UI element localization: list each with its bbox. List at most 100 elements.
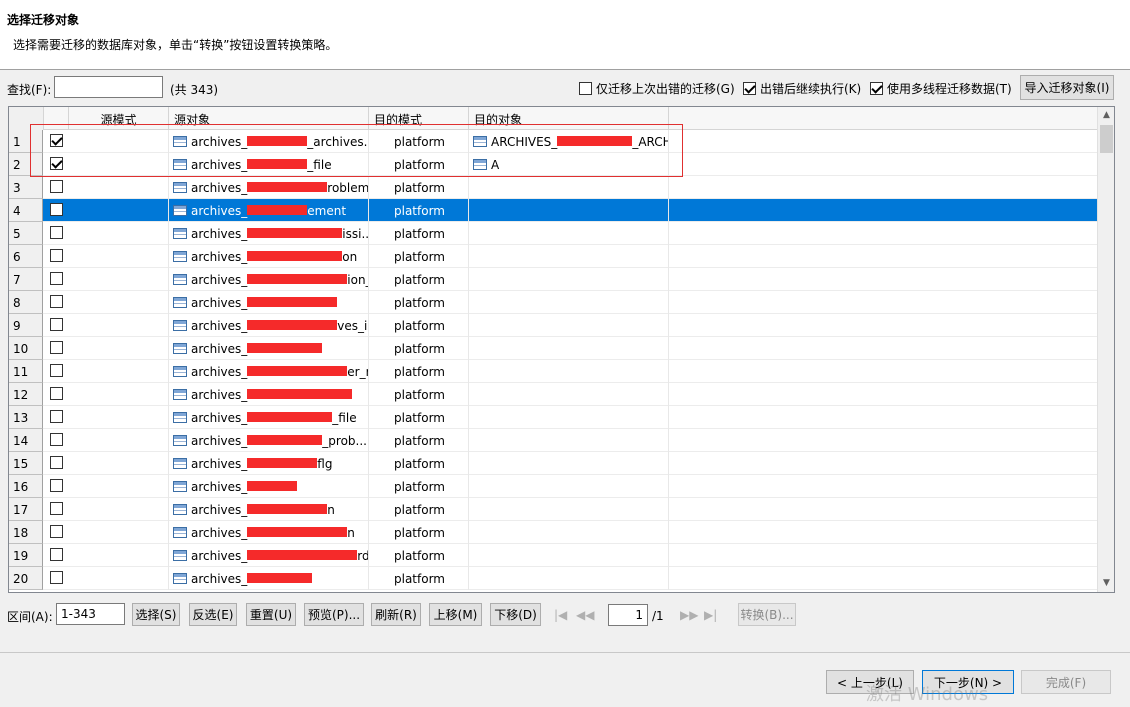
source-schema-cell[interactable] <box>69 268 169 291</box>
target-object-cell[interactable] <box>469 498 669 521</box>
row-checkbox[interactable] <box>50 571 63 584</box>
target-schema-cell[interactable]: platform <box>369 452 469 475</box>
table-row[interactable]: 4 archives_ ement platform <box>9 199 1098 222</box>
target-object-cell[interactable] <box>469 176 669 199</box>
target-object-cell[interactable] <box>469 475 669 498</box>
table-row[interactable]: 10 archives_ platform <box>9 337 1098 360</box>
table-row[interactable]: 12 archives_ platform <box>9 383 1098 406</box>
row-checkbox-cell[interactable] <box>44 544 68 567</box>
source-schema-cell[interactable] <box>69 521 169 544</box>
source-schema-cell[interactable] <box>69 383 169 406</box>
row-number[interactable]: 13 <box>9 406 43 429</box>
row-checkbox[interactable] <box>50 479 63 492</box>
source-object-cell[interactable]: archives_ _file <box>169 406 369 429</box>
target-object-cell[interactable] <box>469 222 669 245</box>
source-object-cell[interactable]: archives_ n <box>169 521 369 544</box>
source-object-cell[interactable]: archives_ on <box>169 245 369 268</box>
row-checkbox-cell[interactable] <box>44 360 68 383</box>
source-object-cell[interactable]: archives_ <box>169 567 369 590</box>
scrollbar-thumb[interactable] <box>1100 125 1113 153</box>
row-number[interactable]: 16 <box>9 475 43 498</box>
source-schema-cell[interactable] <box>69 475 169 498</box>
row-checkbox-cell[interactable] <box>44 291 68 314</box>
row-checkbox[interactable] <box>50 249 63 262</box>
last-page-icon[interactable]: ▶| <box>704 608 717 622</box>
row-checkbox-cell[interactable] <box>44 337 68 360</box>
scroll-up-icon[interactable]: ▲ <box>1098 107 1114 124</box>
target-schema-cell[interactable]: platform <box>369 567 469 590</box>
row-number[interactable]: 6 <box>9 245 43 268</box>
source-object-cell[interactable]: archives_ <box>169 383 369 406</box>
target-object-cell[interactable] <box>469 429 669 452</box>
target-object-cell[interactable] <box>469 314 669 337</box>
row-number[interactable]: 14 <box>9 429 43 452</box>
row-checkbox-cell[interactable] <box>44 521 68 544</box>
target-schema-cell[interactable]: platform <box>369 544 469 567</box>
row-checkbox-cell[interactable] <box>44 268 68 291</box>
source-object-cell[interactable]: archives_ roblem <box>169 176 369 199</box>
source-object-cell[interactable]: archives_ flg <box>169 452 369 475</box>
row-checkbox[interactable] <box>50 548 63 561</box>
continue-on-error-option[interactable]: 出错后继续执行(K) <box>743 80 861 97</box>
source-schema-cell[interactable] <box>69 429 169 452</box>
target-object-cell[interactable] <box>469 199 669 222</box>
row-checkbox-cell[interactable] <box>44 452 68 475</box>
target-schema-cell[interactable]: platform <box>369 337 469 360</box>
table-row[interactable]: 16 archives_ platform <box>9 475 1098 498</box>
source-schema-cell[interactable] <box>69 337 169 360</box>
table-row[interactable]: 20 archives_ platform <box>9 567 1098 590</box>
search-input[interactable] <box>54 76 163 98</box>
first-page-icon[interactable]: |◀ <box>554 608 567 622</box>
table-row[interactable]: 7 archives_ ion_d...platform <box>9 268 1098 291</box>
source-schema-cell[interactable] <box>69 567 169 590</box>
source-schema-cell[interactable] <box>69 544 169 567</box>
reset-button[interactable]: 重置(U) <box>246 603 296 626</box>
row-checkbox-cell[interactable] <box>44 176 68 199</box>
target-schema-cell[interactable]: platform <box>369 429 469 452</box>
source-object-cell[interactable]: archives_ er_re <box>169 360 369 383</box>
source-schema-cell[interactable] <box>69 452 169 475</box>
row-checkbox[interactable] <box>50 318 63 331</box>
row-checkbox[interactable] <box>50 410 63 423</box>
row-checkbox[interactable] <box>50 364 63 377</box>
target-schema-cell[interactable]: platform <box>369 475 469 498</box>
source-object-cell[interactable]: archives_ <box>169 291 369 314</box>
vertical-scrollbar[interactable]: ▲ ▼ <box>1097 107 1114 592</box>
row-checkbox[interactable] <box>50 433 63 446</box>
target-object-cell[interactable] <box>469 268 669 291</box>
row-checkbox-cell[interactable] <box>44 429 68 452</box>
table-row[interactable]: 15 archives_ flg platform <box>9 452 1098 475</box>
source-schema-cell[interactable] <box>69 222 169 245</box>
source-schema-cell[interactable] <box>69 291 169 314</box>
refresh-button[interactable]: 刷新(R) <box>371 603 421 626</box>
row-checkbox-cell[interactable] <box>44 567 68 590</box>
source-schema-cell[interactable] <box>69 199 169 222</box>
source-schema-cell[interactable] <box>69 406 169 429</box>
target-schema-cell[interactable]: platform <box>369 222 469 245</box>
row-number[interactable]: 7 <box>9 268 43 291</box>
row-checkbox[interactable] <box>50 203 63 216</box>
target-object-cell[interactable] <box>469 383 669 406</box>
row-number[interactable]: 17 <box>9 498 43 521</box>
move-down-button[interactable]: 下移(D) <box>490 603 541 626</box>
table-row[interactable]: 8 archives_ platform <box>9 291 1098 314</box>
row-number[interactable]: 8 <box>9 291 43 314</box>
table-row[interactable]: 18 archives_ n platform <box>9 521 1098 544</box>
row-number[interactable]: 4 <box>9 199 43 222</box>
source-schema-cell[interactable] <box>69 314 169 337</box>
source-object-cell[interactable]: archives_ ves_in... <box>169 314 369 337</box>
table-row[interactable]: 5 archives_ issi...platform <box>9 222 1098 245</box>
target-object-cell[interactable] <box>469 360 669 383</box>
source-object-cell[interactable]: archives_ n <box>169 498 369 521</box>
range-input[interactable] <box>56 603 125 625</box>
target-object-cell[interactable] <box>469 245 669 268</box>
source-schema-cell[interactable] <box>69 498 169 521</box>
target-object-cell[interactable] <box>469 544 669 567</box>
source-schema-cell[interactable] <box>69 176 169 199</box>
target-object-cell[interactable] <box>469 521 669 544</box>
scroll-down-icon[interactable]: ▼ <box>1098 575 1114 592</box>
only-failed-checkbox[interactable] <box>579 82 592 95</box>
target-object-cell[interactable] <box>469 406 669 429</box>
source-object-cell[interactable]: archives_ _prob... <box>169 429 369 452</box>
move-up-button[interactable]: 上移(M) <box>429 603 482 626</box>
